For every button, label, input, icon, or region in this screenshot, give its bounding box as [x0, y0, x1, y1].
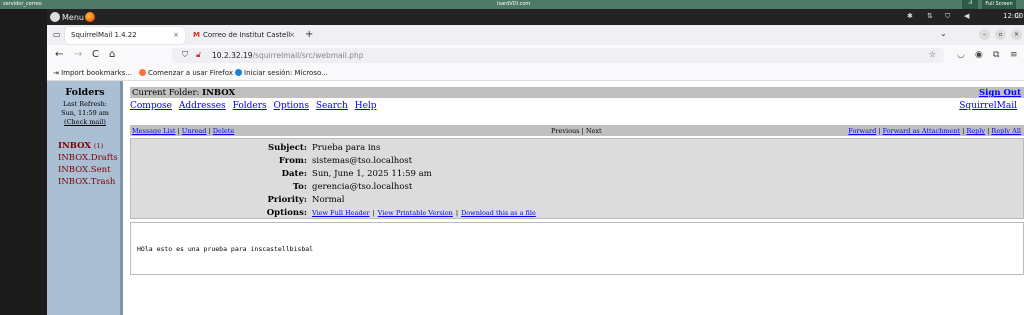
- tab-bar: ▭ SquirrelMail 1.4.22 × M Correo de Insti…: [47, 25, 1024, 45]
- header-to: To: gerencia@tso.localhost: [292, 182, 413, 192]
- bookmarks-bar: ⇥ Import bookmarks... Comenzar a usar Fi…: [47, 66, 1024, 81]
- reply-link[interactable]: Reply: [966, 127, 985, 135]
- restore-button[interactable]: ▫: [995, 29, 1006, 40]
- shield-icon[interactable]: ⛉: [182, 50, 188, 60]
- volume-icon[interactable]: ◀: [964, 12, 969, 20]
- bookmark-import[interactable]: ⇥ Import bookmarks...: [53, 69, 132, 77]
- bookmark-microsoft[interactable]: Iniciar sesión: Microso...: [235, 69, 328, 77]
- home-button[interactable]: ⌂: [109, 50, 115, 60]
- tab-list-icon[interactable]: ▭: [53, 30, 61, 39]
- shield-icon[interactable]: ⛉: [945, 12, 950, 21]
- menu-links: Compose Addresses Folders Options Search…: [130, 101, 1024, 111]
- forward-attachment-link[interactable]: Forward as Attachment: [883, 127, 961, 135]
- last-refresh: Last Refresh: Sun, 11:59 am (Check mail): [47, 100, 123, 127]
- close-tab-icon[interactable]: ×: [173, 31, 179, 39]
- view-full-header-link[interactable]: View Full Header: [312, 209, 370, 217]
- options-link[interactable]: Options: [274, 101, 309, 111]
- header-date: Date: Sun, June 1, 2025 11:59 am: [281, 169, 432, 179]
- unread-link[interactable]: Unread: [182, 127, 207, 135]
- forward-link[interactable]: Forward: [848, 127, 876, 135]
- squirrelmail-link[interactable]: SquirrelMail: [959, 101, 1017, 111]
- new-tab-button[interactable]: +: [305, 29, 313, 40]
- menu-label[interactable]: Menu: [62, 13, 84, 22]
- header-subject: Subject: Prueba para ins: [268, 143, 381, 153]
- check-mail-link[interactable]: (Check mail): [64, 118, 106, 126]
- view-printable-link[interactable]: View Printable Version: [378, 209, 453, 217]
- account-icon[interactable]: ◉: [975, 50, 983, 60]
- bookmark-firefox[interactable]: Comenzar a usar Firefox: [139, 69, 233, 77]
- host-bar: servidor_correo IsardVDI.com .ıl Full Sc…: [0, 0, 1024, 9]
- url-path: /squirrelmail/src/webmail.php: [252, 51, 364, 60]
- power-icon[interactable]: ⏻: [1015, 12, 1021, 21]
- tab-squirrelmail[interactable]: SquirrelMail 1.4.22 ×: [65, 27, 185, 44]
- url-bar[interactable]: ⛉ 🔓︎ 10.2.32.19/squirrelmail/src/webmail…: [172, 48, 944, 63]
- insecure-lock-icon[interactable]: 🔓︎: [196, 50, 201, 60]
- url-host: 10.2.32.19: [212, 51, 253, 60]
- folders-link[interactable]: Folders: [233, 101, 267, 111]
- header-priority: Priority: Normal: [267, 195, 345, 205]
- extensions-icon[interactable]: ⧉: [993, 50, 999, 60]
- firefox-icon[interactable]: [85, 12, 95, 22]
- folder-inbox[interactable]: INBOX (1): [58, 141, 103, 151]
- sign-out-link[interactable]: Sign Out: [979, 88, 1021, 98]
- cloud-icon: [235, 69, 242, 76]
- forward-button[interactable]: →: [74, 50, 82, 60]
- folder-drafts[interactable]: INBOX.Drafts: [58, 153, 118, 163]
- host-left-label: servidor_correo: [3, 1, 42, 7]
- tab-label: Correo de Institut Castell: [202, 31, 291, 39]
- network-icon[interactable]: ⇅: [927, 12, 933, 20]
- refresh-time: Sun, 11:59 am: [61, 109, 109, 117]
- unread-count: (1): [93, 142, 104, 150]
- close-tab-icon[interactable]: ×: [289, 31, 295, 39]
- delete-link[interactable]: Delete: [213, 127, 234, 135]
- import-icon: ⇥: [53, 69, 62, 77]
- folder-sent[interactable]: INBOX.Sent: [58, 165, 111, 175]
- header-from: From: sistemas@tso.localhost: [278, 156, 413, 166]
- reply-all-link[interactable]: Reply All: [991, 127, 1021, 135]
- bluetooth-icon[interactable]: ✱: [907, 12, 913, 20]
- tab-correo[interactable]: M Correo de Institut Castell ×: [187, 27, 301, 44]
- back-button[interactable]: ←: [55, 50, 63, 60]
- message-body-text: HOla esto es una prueba para inscastellb…: [137, 245, 314, 253]
- help-link[interactable]: Help: [355, 101, 377, 111]
- app-menu-icon[interactable]: ≡: [1010, 50, 1018, 60]
- reply-links: Forward | Forward as Attachment | Reply …: [848, 127, 1021, 135]
- header-options: Options: View Full Header | View Printable…: [266, 208, 536, 218]
- fullscreen-button[interactable]: Full Screen: [982, 0, 1016, 9]
- next-label: Next: [585, 127, 602, 135]
- current-folder-bar: Current Folder: INBOX Sign Out: [130, 87, 1024, 98]
- folder-trash[interactable]: INBOX.Trash: [58, 177, 115, 187]
- compose-link[interactable]: Compose: [130, 101, 172, 111]
- folder-sidebar: Folders Last Refresh: Sun, 11:59 am (Che…: [47, 81, 123, 315]
- message-body: HOla esto es una prueba para inscastellb…: [130, 222, 1024, 275]
- current-folder: INBOX: [202, 88, 236, 98]
- host-sidebar: [0, 9, 47, 315]
- message-list-link[interactable]: Message List: [132, 127, 175, 135]
- navigation-bar: ← → C ⌂ ⛉ 🔓︎ 10.2.32.19/squirrelmail/src…: [47, 45, 1024, 66]
- folders-title: Folders: [65, 87, 105, 98]
- menu-icon[interactable]: [50, 12, 60, 22]
- previous-label: Previous: [551, 127, 580, 135]
- host-center-label: IsardVDI.com: [497, 1, 531, 7]
- search-link[interactable]: Search: [316, 101, 348, 111]
- close-window-button[interactable]: ×: [1011, 29, 1022, 40]
- signal-icon: .ıl: [962, 0, 978, 9]
- message-headers: Subject: Prueba para ins From: sistemas@ts…: [130, 138, 1024, 219]
- webmail-page: Folders Last Refresh: Sun, 11:59 am (Che…: [47, 81, 1024, 315]
- download-link[interactable]: Download this as a file: [461, 209, 536, 217]
- prev-next: Previous | Next: [551, 127, 602, 135]
- bookmark-star-icon[interactable]: ☆: [929, 50, 936, 59]
- addresses-link[interactable]: Addresses: [179, 101, 226, 111]
- message-action-bar: Message List | Unread | Delete Previous …: [130, 125, 1024, 136]
- firefox-icon: [139, 69, 146, 76]
- pocket-icon[interactable]: ◡: [957, 50, 965, 60]
- list-tabs-icon[interactable]: ⌄: [940, 29, 947, 38]
- desktop-panel: Menu ✱ ⇅ ⛉ ◀ 12:00 ⏻: [47, 9, 1024, 25]
- gmail-icon: M: [193, 31, 200, 39]
- tab-label: SquirrelMail 1.4.22: [71, 31, 137, 39]
- reload-button[interactable]: C: [92, 50, 99, 60]
- minimize-button[interactable]: –: [979, 29, 990, 40]
